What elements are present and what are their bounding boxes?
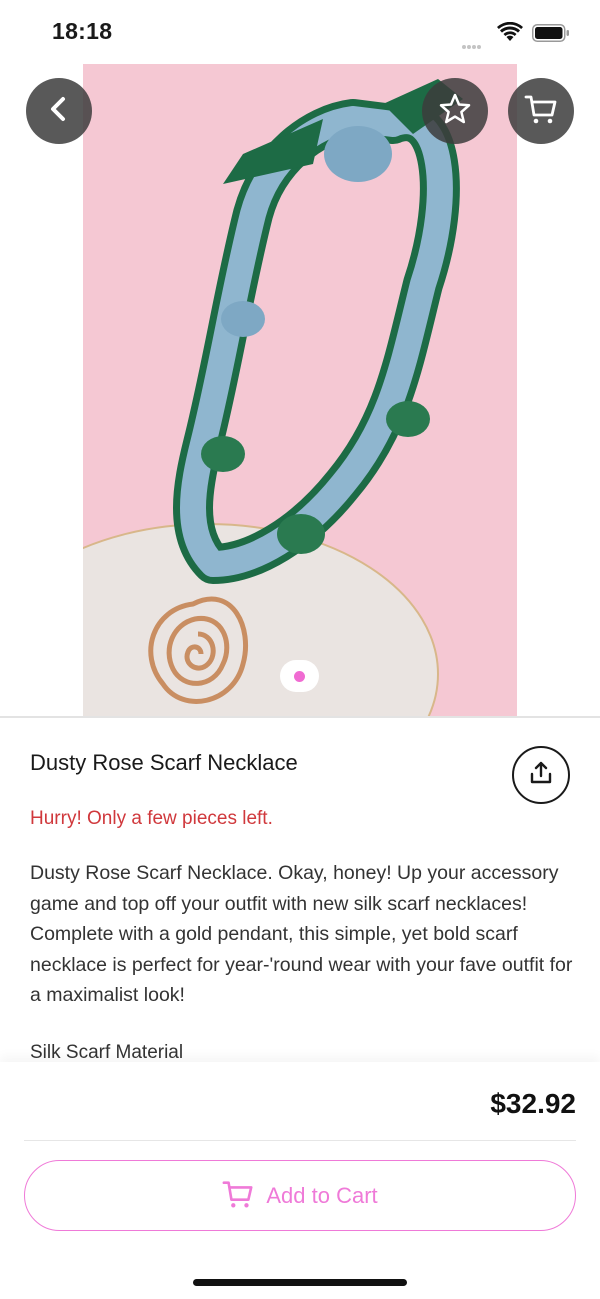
favorite-button[interactable] bbox=[422, 78, 488, 144]
panel-divider bbox=[24, 1140, 576, 1141]
cart-button[interactable] bbox=[508, 78, 574, 144]
status-bar: 18:18 bbox=[0, 0, 600, 64]
chevron-left-icon bbox=[47, 95, 71, 128]
product-title: Dusty Rose Scarf Necklace bbox=[30, 750, 298, 775]
purchase-panel: $32.92 Add to Cart bbox=[0, 1062, 600, 1299]
share-icon bbox=[528, 760, 554, 791]
product-photo bbox=[83, 64, 517, 716]
status-time: 18:18 bbox=[52, 18, 113, 44]
cellular-signal-icon bbox=[462, 36, 482, 54]
product-description: Dusty Rose Scarf Necklace. Okay, honey! … bbox=[30, 862, 573, 1007]
battery-icon bbox=[532, 24, 570, 47]
gallery-page-indicator[interactable] bbox=[280, 660, 319, 692]
page-dot-active bbox=[294, 670, 305, 682]
home-indicator[interactable] bbox=[193, 1279, 407, 1286]
wifi-icon bbox=[497, 21, 523, 47]
cart-icon bbox=[222, 1178, 254, 1213]
back-button[interactable] bbox=[26, 78, 92, 144]
product-price: $32.92 bbox=[490, 1088, 576, 1119]
cart-icon bbox=[524, 93, 558, 130]
product-material: Silk Scarf Material bbox=[30, 1042, 184, 1063]
product-image-gallery[interactable] bbox=[0, 64, 600, 716]
image-divider bbox=[0, 716, 600, 718]
stock-warning: Hurry! Only a few pieces left. bbox=[30, 808, 273, 829]
share-button[interactable] bbox=[512, 746, 570, 804]
add-to-cart-label: Add to Cart bbox=[266, 1182, 378, 1208]
star-outline-icon bbox=[438, 92, 472, 131]
add-to-cart-button[interactable]: Add to Cart bbox=[24, 1160, 576, 1231]
